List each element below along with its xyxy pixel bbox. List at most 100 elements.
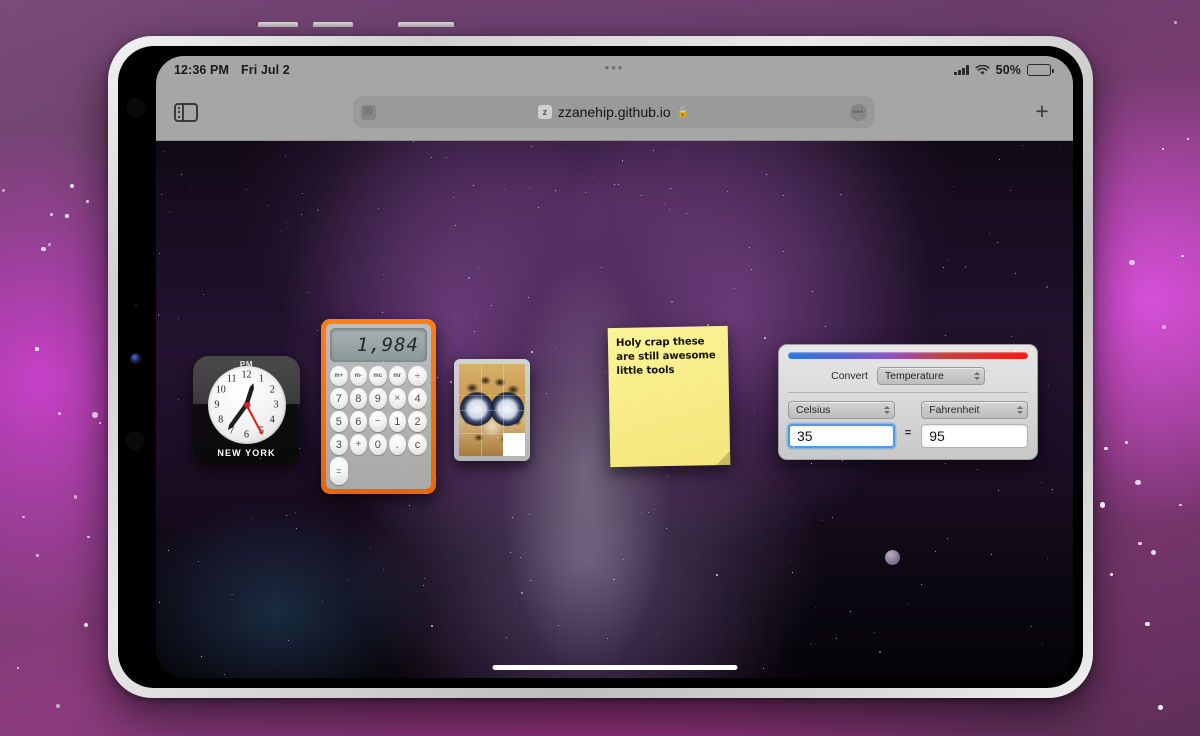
home-indicator[interactable] [492,665,737,670]
calc-key-4[interactable]: 4 [408,388,427,409]
calc-key-5[interactable]: 5 [330,411,348,432]
wifi-icon [975,64,990,75]
wallpaper-star [474,331,476,333]
wallpaper-star [654,509,656,511]
to-unit-select[interactable]: Fahrenheit [921,401,1028,419]
wallpaper-star [945,335,947,337]
calc-key-x[interactable]: = [330,457,348,485]
wallpaper-star [436,478,438,480]
wallpaper-star [566,555,568,557]
from-value-input[interactable]: 35 [788,424,895,448]
calc-key-6[interactable]: 6 [349,411,367,432]
wallpaper-star [605,370,607,372]
calc-key-x[interactable]: . [388,434,406,455]
calc-key-2[interactable]: 2 [408,411,427,432]
clock-widget[interactable]: PM 12 1 2 3 4 5 6 7 8 9 10 [193,356,300,464]
calc-key-x[interactable]: × [388,388,406,409]
to-value-input[interactable]: 95 [921,424,1028,448]
page-settings-icon[interactable]: ••• [849,103,867,121]
clock-face: 12 1 2 3 4 5 6 7 8 9 10 11 [207,366,286,444]
wallpaper-star [614,184,616,186]
backdrop-star [1145,621,1150,627]
wallpaper-star [203,294,205,296]
leopard-photo[interactable] [459,364,525,456]
wallpaper-star [593,177,595,179]
wallpaper-star [596,392,598,394]
wallpaper-star [1042,642,1044,644]
volume-up-button[interactable] [258,22,298,27]
backdrop-star [48,243,51,246]
backdrop-star [55,703,61,709]
wallpaper-star [423,584,425,586]
wallpaper-star [437,376,439,378]
clock-hour-12: 12 [241,369,252,381]
backdrop-star [92,412,98,418]
wallpaper-star [178,398,180,400]
unit-converter-widget[interactable]: Convert Temperature Celsius 35 = Fahrenh… [778,344,1038,460]
wallpaper-star [790,560,792,562]
puzzle-empty-tile[interactable] [503,433,525,456]
clock-city-label: NEW YORK [217,448,276,458]
backdrop-star [1138,541,1142,546]
calc-key-7[interactable]: 7 [330,388,348,409]
calc-key-x[interactable]: ÷ [408,366,427,386]
wallpaper-star [1046,557,1048,559]
volume-down-button[interactable] [313,22,353,27]
lock-icon: 🔒 [676,106,690,118]
wallpaper-star [424,492,426,494]
close-icon[interactable]: ☒ [360,104,376,120]
wallpaper-star [381,311,383,313]
clock-hour-4: 4 [269,414,275,426]
wallpaper-star [302,192,304,194]
calc-key-mc[interactable]: mc [369,366,387,386]
wallpaper-star [1011,336,1013,338]
calc-key-8[interactable]: 8 [349,388,367,409]
multitask-grabber[interactable]: ••• [605,60,625,75]
sidebar-toggle-icon[interactable] [174,102,198,122]
new-tab-button[interactable]: + [1029,99,1055,125]
from-unit-value: Celsius [796,404,831,416]
power-button[interactable] [398,22,454,27]
wallpaper-star [475,316,477,318]
calc-key-mr[interactable]: mr [388,366,406,386]
ipad-screen: 12:36 PM Fri Jul 2 50% ••• ☒ z zzanehip.… [156,56,1073,678]
calc-key-0[interactable]: 0 [369,434,387,455]
sticky-note-widget[interactable]: Holy crap these are still awesome little… [607,325,731,468]
calc-key-c[interactable]: c [408,434,427,455]
wallpaper-star [934,550,937,553]
wallpaper-star [953,186,955,188]
backdrop-star [1157,705,1164,711]
calc-key-1[interactable]: 1 [388,411,406,432]
wallpaper-star [279,231,281,233]
wallpaper-star [408,330,410,332]
wallpaper-star [491,304,493,306]
wallpaper-star [751,268,753,270]
wallpaper-star [477,267,479,269]
wallpaper-star [734,287,736,289]
wallpaper-star [997,490,999,492]
photo-puzzle-widget[interactable] [454,359,530,461]
calc-key-x[interactable]: − [369,411,387,432]
wallpaper-star [873,632,875,634]
wallpaper-star [815,607,817,609]
wallpaper-star [878,650,881,653]
calc-key-m-[interactable]: m- [349,366,367,386]
address-bar[interactable]: ☒ z zzanehip.github.io 🔒 ••• [352,96,875,128]
calc-key-+[interactable]: + [349,434,367,455]
calc-key-9[interactable]: 9 [369,388,387,409]
category-select[interactable]: Temperature [876,367,985,385]
wallpaper-star [452,196,454,198]
converter-to-column: Fahrenheit 95 [921,401,1028,448]
backdrop-star [1135,480,1141,486]
clock-hour-9: 9 [214,399,220,411]
wallpaper-star [224,674,226,676]
backdrop-star [98,421,102,425]
calculator-keypad: m+ m-mc mr ÷ 7 8 9 × 4 5 6−1 2 3 +0. c = [330,362,427,485]
sticky-note-text[interactable]: Holy crap these are still awesome little… [616,335,721,378]
from-unit-select[interactable]: Celsius [788,401,895,419]
calc-key-m+[interactable]: m+ [330,366,348,386]
wallpaper-star [670,187,673,190]
converter-units-row: Celsius 35 = Fahrenheit 95 [788,393,1028,448]
backdrop-star [1128,259,1135,266]
calc-key-3[interactable]: 3 [330,434,348,455]
